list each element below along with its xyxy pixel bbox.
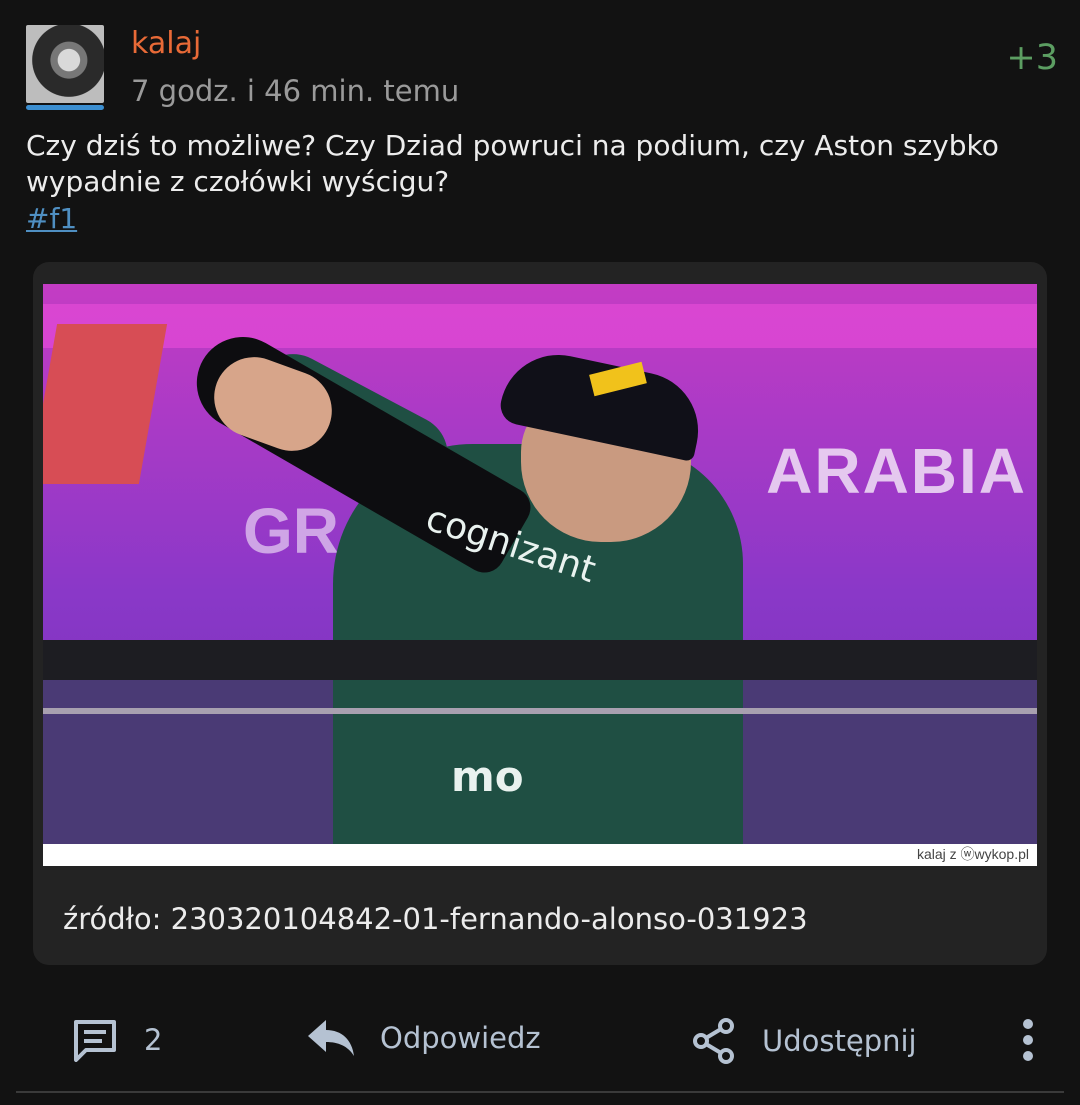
reply-icon [306,1018,356,1058]
comments-count: 2 [144,1023,163,1057]
comment-icon [72,1018,118,1062]
hashtag-link[interactable]: #f1 [26,202,77,235]
photo-backdrop-text: ARABIA [766,435,1027,507]
more-options-button[interactable] [1020,1018,1036,1062]
entry-post: kalaj 7 godz. i 46 min. temu +3 Czy dziś… [0,0,1080,1105]
more-vertical-icon [1020,1018,1036,1062]
share-icon [692,1018,736,1064]
source-label[interactable]: źródło: 230320104842-01-fernando-alonso-… [63,902,808,936]
podium-rail [43,640,1037,680]
share-label: Udostępnij [762,1024,917,1058]
podium-photo: ARABIA GR IX cognizant mo [43,284,1037,844]
embed-card[interactable]: ARABIA GR IX cognizant mo kalaj z ⓦwykop… [33,262,1047,965]
post-timestamp: 7 godz. i 46 min. temu [131,74,460,108]
post-divider [16,1091,1064,1093]
avatar[interactable] [26,25,104,103]
action-bar: 2 Odpowiedz Udostępnij [0,1008,1080,1072]
sponsor-logo-2: mo [451,752,524,801]
image-watermark: kalaj z ⓦwykop.pl [916,846,1029,862]
comments-button[interactable]: 2 [72,1018,162,1062]
podium-rail-wire [43,708,1037,714]
post-text: Czy dziś to możliwe? Czy Dziad powruci n… [26,129,999,198]
avatar-accent [26,105,104,110]
embed-image[interactable]: ARABIA GR IX cognizant mo kalaj z ⓦwykop… [43,284,1037,866]
reply-button[interactable]: Odpowiedz [306,1018,541,1058]
share-button[interactable]: Udostępnij [692,1018,917,1064]
reply-label: Odpowiedz [380,1021,541,1055]
author-name[interactable]: kalaj [131,26,201,61]
photo-stripe [43,304,1037,348]
photo-red-shape [43,324,168,484]
vote-count[interactable]: +3 [1006,38,1058,78]
